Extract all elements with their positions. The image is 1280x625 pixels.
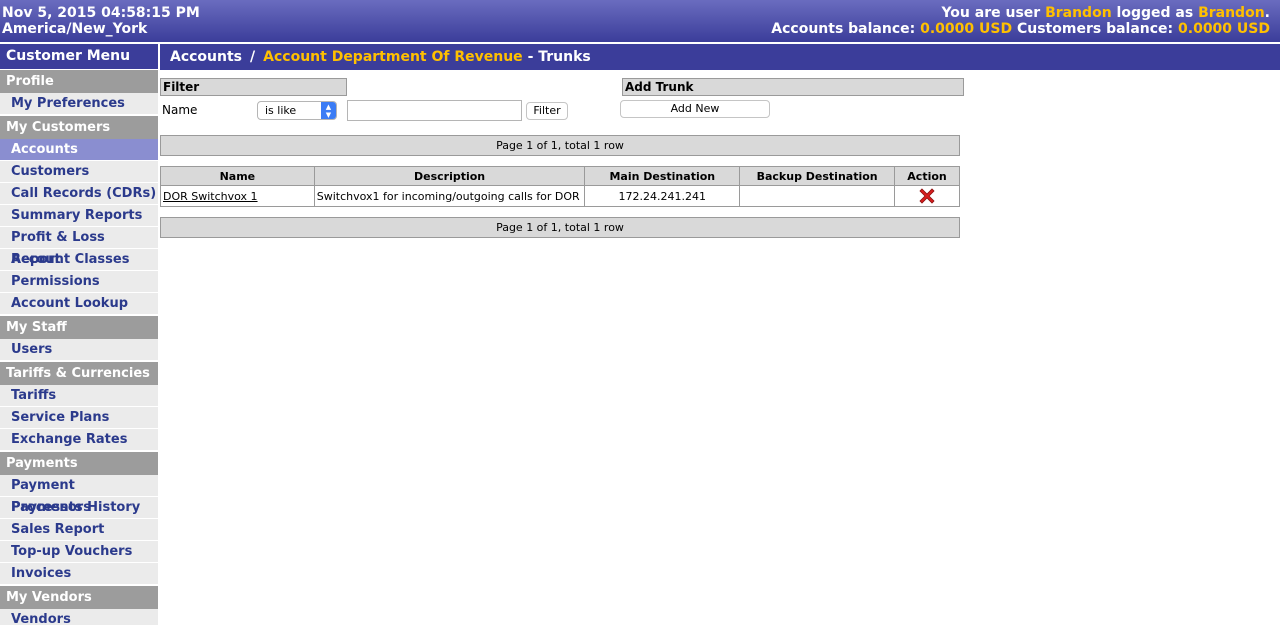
filter-name-input[interactable] xyxy=(347,100,522,121)
column-header-description: Description xyxy=(313,166,586,186)
select-arrows-icon: ▲ ▼ xyxy=(321,102,336,119)
user-prefix: You are user xyxy=(941,5,1046,21)
sidebar-item-vendors[interactable]: Vendors xyxy=(0,609,158,625)
sidebar-item-call-records-cdrs[interactable]: Call Records (CDRs) xyxy=(0,183,158,205)
balance-line: Accounts balance: 0.0000 USD Customers b… xyxy=(771,21,1270,37)
cell-backup-destination xyxy=(739,185,896,207)
add-new-button[interactable]: Add New xyxy=(620,100,770,118)
sidebar-section-my-customers: My Customers xyxy=(0,115,158,139)
column-header-backup-destination: Backup Destination xyxy=(739,166,896,186)
sidebar-item-invoices[interactable]: Invoices xyxy=(0,563,158,585)
user-info: You are user Brandon logged as Brandon. … xyxy=(771,5,1270,37)
sidebar-item-summary-reports[interactable]: Summary Reports xyxy=(0,205,158,227)
breadcrumb-page: - Trunks xyxy=(527,49,591,65)
user-name: Brandon xyxy=(1045,5,1112,21)
sidebar-item-exchange-rates[interactable]: Exchange Rates xyxy=(0,429,158,451)
cell-name: DOR Switchvox 1 xyxy=(160,185,315,207)
table-header-row: Name Description Main Destination Backup… xyxy=(160,166,960,186)
breadcrumb-root[interactable]: Accounts xyxy=(170,49,242,65)
breadcrumb-account[interactable]: Account Department Of Revenue xyxy=(263,49,523,65)
sidebar-item-payment-processors[interactable]: Payment Processors xyxy=(0,475,158,515)
sidebar-item-payments-history[interactable]: Payments History xyxy=(0,497,158,519)
column-header-main-destination: Main Destination xyxy=(584,166,741,186)
sidebar-item-permissions[interactable]: Permissions xyxy=(0,271,158,293)
customers-balance-label: Customers balance: xyxy=(1016,21,1179,37)
timezone: America/New_York xyxy=(2,21,148,37)
column-header-name: Name xyxy=(160,166,315,186)
sidebar-title: Customer Menu xyxy=(0,44,158,69)
breadcrumb-separator: / xyxy=(250,49,256,65)
filter-title: Filter xyxy=(160,78,347,96)
sidebar-item-sales-report[interactable]: Sales Report xyxy=(0,519,158,541)
filter-operator-value: is like xyxy=(265,104,297,117)
sidebar-item-customers[interactable]: Customers xyxy=(0,161,158,183)
table-row: DOR Switchvox 1 Switchvox1 for incoming/… xyxy=(160,185,960,207)
sidebar-item-users[interactable]: Users xyxy=(0,339,158,361)
sidebar-section-payments: Payments xyxy=(0,451,158,475)
logged-user-name: Brandon xyxy=(1198,5,1265,21)
datetime-block: Nov 5, 2015 04:58:15 PM America/New_York xyxy=(2,5,200,37)
cell-description: Switchvox1 for incoming/outgoing calls f… xyxy=(313,185,586,207)
cell-action xyxy=(894,185,960,207)
top-header: Nov 5, 2015 04:58:15 PM America/New_York… xyxy=(0,0,1280,42)
sidebar-sections: Profile My Preferences My Customers Account… xyxy=(0,69,158,625)
sidebar-section-my-vendors: My Vendors xyxy=(0,585,158,609)
delete-icon[interactable] xyxy=(919,188,935,204)
filter-operator-select[interactable]: is like ▲ ▼ xyxy=(257,101,337,120)
sidebar-item-top-up-vouchers[interactable]: Top-up Vouchers xyxy=(0,541,158,563)
sidebar-item-tariffs[interactable]: Tariffs xyxy=(0,385,158,407)
accounts-balance-label: Accounts balance: xyxy=(771,21,921,37)
trunks-table: Name Description Main Destination Backup… xyxy=(160,166,960,207)
sidebar-item-accounts[interactable]: Accounts xyxy=(0,139,158,161)
sidebar-item-account-classes[interactable]: Account Classes xyxy=(0,249,158,271)
user-line: You are user Brandon logged as Brandon. xyxy=(771,5,1270,21)
sidebar-item-service-plans[interactable]: Service Plans xyxy=(0,407,158,429)
customers-balance-value: 0.0000 USD xyxy=(1178,21,1270,37)
sidebar-item-my-preferences[interactable]: My Preferences xyxy=(0,93,158,115)
column-header-action: Action xyxy=(894,166,960,186)
filter-button[interactable]: Filter xyxy=(526,102,568,120)
pager-bottom: Page 1 of 1, total 1 row xyxy=(160,217,960,238)
sidebar-item-account-lookup[interactable]: Account Lookup xyxy=(0,293,158,315)
sidebar-section-tariffs-currencies: Tariffs & Currencies xyxy=(0,361,158,385)
trunk-name-link[interactable]: DOR Switchvox 1 xyxy=(163,190,258,203)
add-trunk-title: Add Trunk xyxy=(622,78,964,96)
accounts-balance-value: 0.0000 USD xyxy=(920,21,1013,37)
sidebar-section-profile: Profile xyxy=(0,69,158,93)
pager-top: Page 1 of 1, total 1 row xyxy=(160,135,960,156)
datetime: Nov 5, 2015 04:58:15 PM xyxy=(2,5,200,21)
sidebar-section-my-staff: My Staff xyxy=(0,315,158,339)
breadcrumb: Accounts / Account Department Of Revenue -… xyxy=(160,44,1280,70)
sidebar: Customer Menu Profile My Preferences My Cu… xyxy=(0,44,158,625)
cell-main-destination: 172.24.241.241 xyxy=(584,185,741,207)
period: . xyxy=(1264,5,1270,21)
logged-as-text: logged as xyxy=(1111,5,1199,21)
filter-name-label: Name xyxy=(162,103,198,117)
sidebar-item-profit-loss-report[interactable]: Profit & Loss Report xyxy=(0,227,158,267)
